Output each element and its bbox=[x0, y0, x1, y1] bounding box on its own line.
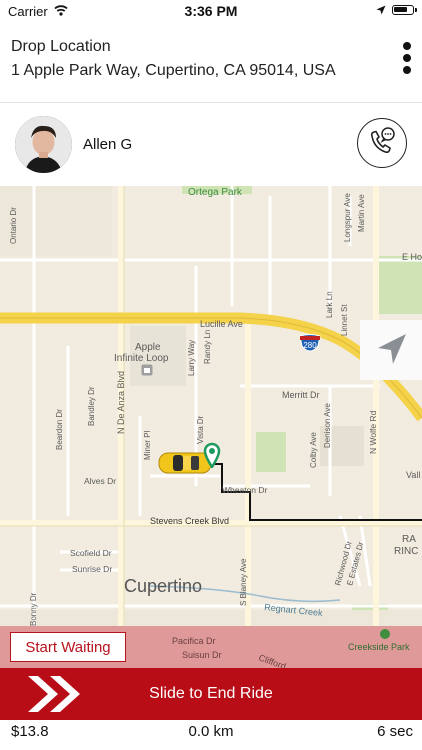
rider-name: Allen G bbox=[83, 136, 133, 153]
map-label: Clifford bbox=[257, 652, 287, 668]
map-label: Ontario Dr bbox=[9, 207, 18, 244]
phone-chat-icon bbox=[370, 127, 395, 154]
map-label: Lucille Ave bbox=[200, 319, 243, 329]
rider-info: Allen G bbox=[0, 104, 422, 186]
map-label: RA bbox=[402, 534, 416, 545]
map-label: Vall bbox=[406, 470, 420, 480]
map-label: Merritt Dr bbox=[282, 390, 320, 400]
map-pin-icon bbox=[203, 442, 221, 468]
map-label: Infinite Loop bbox=[114, 353, 169, 364]
map-label: Beardon Dr bbox=[55, 409, 64, 450]
more-options-icon[interactable] bbox=[402, 42, 412, 76]
map-label: RINC bbox=[394, 546, 418, 557]
map-label: Denison Ave bbox=[323, 403, 332, 448]
map-label: Apple bbox=[135, 342, 161, 353]
avatar bbox=[15, 116, 72, 173]
map-label: Bandley Dr bbox=[87, 386, 96, 426]
status-bar: Carrier 3:36 PM bbox=[0, 0, 422, 22]
map-label: E Ho bbox=[402, 252, 422, 262]
navigation-arrow-icon bbox=[378, 334, 406, 364]
map-label: N De Anza Blvd bbox=[116, 371, 126, 434]
store-icon bbox=[141, 364, 153, 376]
map-label: Martin Ave bbox=[357, 194, 366, 232]
map-label: Pacifica Dr bbox=[172, 636, 216, 646]
map-label: Wheaton Dr bbox=[222, 485, 268, 495]
drop-location-address: 1 Apple Park Way, Cupertino, CA 95014, U… bbox=[11, 62, 336, 79]
map-label: Creekside Park bbox=[348, 642, 410, 652]
drop-location-label: Drop Location bbox=[11, 38, 111, 55]
location-arrow-icon bbox=[376, 5, 386, 15]
map-label: Alves Dr bbox=[84, 476, 116, 486]
map-label: Sunrise Dr bbox=[72, 564, 112, 574]
map-label: Cupertino bbox=[124, 576, 202, 596]
map-label: Suisun Dr bbox=[182, 650, 222, 660]
highway-shield-number: 280 bbox=[303, 341, 317, 350]
recenter-button[interactable] bbox=[360, 320, 422, 380]
map-label: Linnet St bbox=[340, 304, 349, 336]
drop-location-header: Drop Location 1 Apple Park Way, Cupertin… bbox=[0, 28, 422, 103]
map-label: Scofield Dr bbox=[70, 548, 112, 558]
map-label: Bonny Dr bbox=[29, 592, 38, 626]
map-label: Miner Pl bbox=[143, 430, 152, 460]
map-label: Lark Ln bbox=[325, 291, 334, 318]
map-label: Randy Ln bbox=[203, 330, 212, 364]
call-button[interactable] bbox=[357, 118, 407, 168]
map-label: Larry Way bbox=[187, 340, 196, 376]
park-icon bbox=[380, 629, 390, 639]
map-label: Longspur Ave bbox=[343, 193, 352, 242]
map-label: Colby Ave bbox=[309, 432, 318, 468]
start-waiting-button[interactable]: Start Waiting bbox=[10, 632, 126, 662]
map-label: Ortega Park bbox=[188, 187, 243, 198]
trip-summary: $13.8 0.0 km 6 sec bbox=[0, 720, 422, 750]
map-label: N Wolfe Rd bbox=[368, 410, 378, 454]
slide-to-end-ride-slider[interactable]: Slide to End Ride bbox=[0, 668, 422, 720]
distance-value: 0.0 km bbox=[188, 723, 234, 740]
double-chevron-right-icon[interactable] bbox=[24, 674, 88, 714]
battery-icon bbox=[392, 5, 417, 15]
map-view[interactable]: Ortega Park Ontario Dr Longspur Ave Mart… bbox=[0, 186, 422, 626]
status-time: 3:36 PM bbox=[184, 3, 238, 19]
map-label: Stevens Creek Blvd bbox=[150, 516, 229, 526]
map-label: Vista Dr bbox=[196, 415, 205, 444]
duration-value: 6 sec bbox=[377, 723, 413, 740]
map-label: S Blaney Ave bbox=[239, 558, 248, 606]
map-label: Regnart Creek bbox=[264, 602, 324, 618]
